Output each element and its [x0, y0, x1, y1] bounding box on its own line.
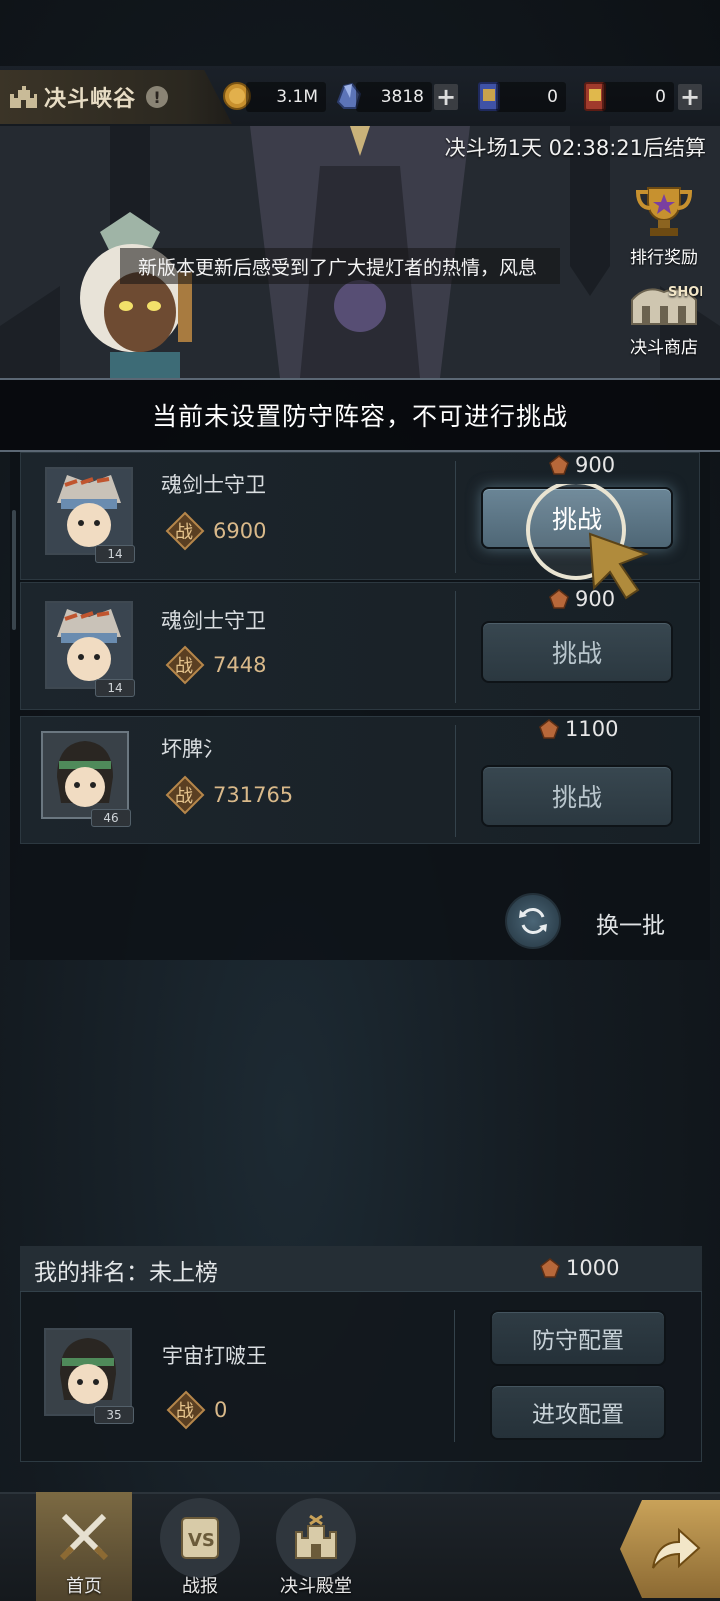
- shop-sign-text: SHOP: [668, 285, 702, 300]
- leaderboard-rewards-button[interactable]: 排行奖励: [622, 184, 706, 268]
- my-rank-text: 我的排名：未上榜: [34, 1260, 218, 1286]
- gold-amount: 3.1M: [246, 82, 326, 112]
- opponent-row: 46 坏脾氵 战 731765 1100 挑战: [20, 716, 700, 844]
- hand-cursor-icon: [588, 532, 649, 600]
- svg-text:战: 战: [176, 1401, 194, 1422]
- hero-portrait: [43, 733, 127, 817]
- opponent-level: 14: [95, 679, 135, 697]
- player-portrait: [46, 1330, 130, 1414]
- duel-shop-label: 决斗商店: [630, 338, 698, 358]
- castle-icon: [10, 86, 37, 108]
- challenge-button-label: 挑战: [551, 783, 602, 812]
- swordsman-portrait: [47, 603, 131, 687]
- gold-ticket-amount: 0: [602, 82, 674, 112]
- guide-character-portrait: [80, 212, 192, 378]
- tab-home[interactable]: 首页: [34, 1494, 134, 1599]
- toast-message: 当前未设置防守阵容，不可进行挑战: [0, 378, 720, 452]
- blue-ticket-amount: 0: [496, 82, 566, 112]
- duel-shop-button[interactable]: SHOP 决斗商店: [622, 280, 709, 358]
- my-defense-cost: 1000: [540, 1256, 619, 1280]
- svg-text:VS: VS: [188, 1530, 215, 1551]
- opponent-level: 46: [91, 809, 131, 827]
- opponent-power: 战 731765: [165, 775, 293, 815]
- swordsman-portrait: [47, 469, 131, 553]
- opponent-avatar[interactable]: 46: [41, 731, 131, 827]
- defense-config-label: 防守配置: [532, 1328, 624, 1354]
- hall-castle-icon: [276, 1498, 356, 1578]
- row-divider: [455, 591, 456, 703]
- svg-text:战: 战: [175, 786, 193, 807]
- svg-text:战: 战: [175, 656, 193, 677]
- settlement-timer: 决斗场1天 02:38:21后结算: [444, 136, 706, 160]
- trophy-icon: [635, 187, 693, 236]
- my-power: 战 0: [166, 1390, 227, 1430]
- my-defense-cost-value: 1000: [566, 1256, 620, 1280]
- tab-hall[interactable]: 决斗殿堂: [266, 1494, 366, 1599]
- challenge-button-label: 挑战: [551, 639, 602, 668]
- opponent-level: 14: [95, 545, 135, 563]
- my-level: 35: [94, 1406, 134, 1424]
- my-power-value: 0: [214, 1398, 228, 1422]
- list-scrollbar[interactable]: [12, 510, 16, 630]
- arrow-right-icon: [652, 1527, 701, 1569]
- tutorial-pointer: [526, 484, 649, 600]
- tab-reports-label: 战报: [182, 1576, 218, 1597]
- challenge-button[interactable]: 挑战: [481, 621, 673, 683]
- my-panel-divider: [454, 1310, 455, 1442]
- info-icon[interactable]: !: [146, 86, 169, 108]
- opponent-name: 魂剑士守卫: [161, 473, 266, 497]
- duel-gem-icon: [540, 1258, 560, 1278]
- attack-config-button[interactable]: 进攻配置: [490, 1384, 666, 1440]
- arena-title-plate: 决斗峡谷 !: [0, 70, 232, 124]
- refresh-button[interactable]: [505, 893, 561, 949]
- opponent-power: 战 7448: [165, 645, 266, 685]
- add-crystal-button[interactable]: +: [434, 83, 458, 111]
- tab-hall-label: 决斗殿堂: [280, 1576, 352, 1597]
- opponent-power-value: 731765: [213, 783, 294, 807]
- scroll-vs-icon: VS: [160, 1498, 240, 1578]
- row-divider: [455, 725, 456, 837]
- battle-power-icon: 战: [165, 511, 205, 551]
- opponent-power: 战 6900: [165, 511, 266, 551]
- challenge-cost: 900: [549, 453, 615, 477]
- crystal-amount: 3818: [356, 82, 432, 112]
- add-ticket-button[interactable]: +: [678, 83, 702, 111]
- opponent-name: 魂剑士守卫: [161, 609, 266, 633]
- my-avatar[interactable]: 35: [44, 1328, 134, 1424]
- challenge-button[interactable]: 挑战: [481, 765, 673, 827]
- opponent-avatar[interactable]: 14: [45, 601, 135, 697]
- battle-power-icon: 战: [165, 775, 205, 815]
- defense-config-button[interactable]: 防守配置: [490, 1310, 666, 1366]
- page-title: 决斗峡谷: [44, 87, 137, 112]
- opponent-power-value: 7448: [213, 653, 267, 677]
- refresh-icon: [519, 908, 547, 934]
- leaderboard-rewards-label: 排行奖励: [630, 248, 698, 268]
- battle-power-icon: 战: [166, 1390, 206, 1430]
- crossed-swords-icon: [44, 1498, 124, 1578]
- opponent-avatar[interactable]: 14: [45, 467, 135, 563]
- tab-reports[interactable]: VS 战报: [150, 1494, 250, 1599]
- opponent-power-value: 6900: [213, 519, 267, 543]
- challenge-cost-value: 1100: [565, 717, 619, 741]
- battle-power-icon: 战: [165, 645, 205, 685]
- duel-gem-icon: [549, 455, 569, 475]
- duel-gem-icon: [539, 719, 559, 739]
- row-divider: [455, 461, 456, 573]
- tab-home-label: 首页: [66, 1576, 102, 1597]
- challenge-cost: 1100: [539, 717, 618, 741]
- my-name: 宇宙打啵王: [162, 1344, 267, 1368]
- shop-icon: SHOP: [631, 285, 709, 325]
- attack-config-label: 进攻配置: [532, 1402, 624, 1428]
- opponent-name: 坏脾氵: [161, 737, 224, 761]
- scrolling-notice: 新版本更新后感受到了广大提灯者的热情，风息: [120, 248, 560, 284]
- challenge-cost-value: 900: [575, 453, 616, 477]
- svg-text:战: 战: [175, 522, 193, 543]
- refresh-label[interactable]: 换一批: [596, 906, 665, 940]
